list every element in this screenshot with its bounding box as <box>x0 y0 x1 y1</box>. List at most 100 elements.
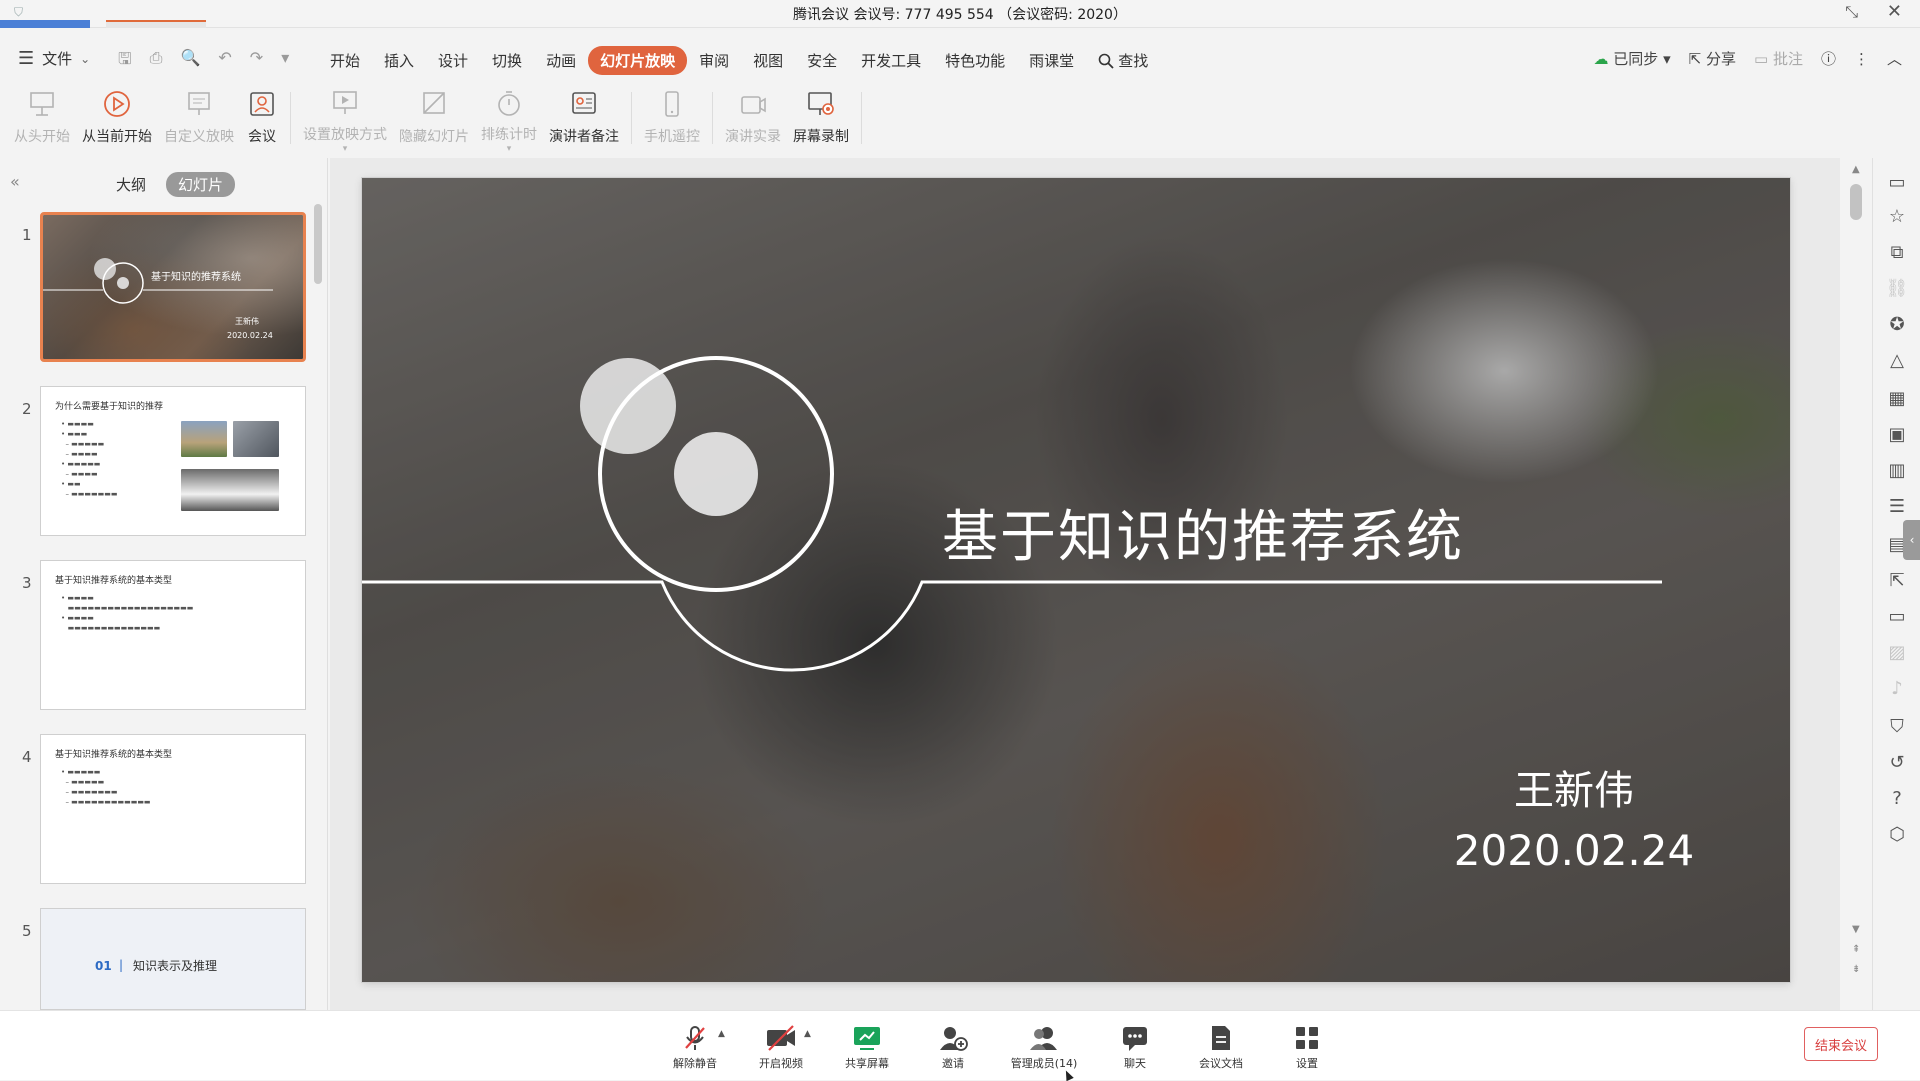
thumbnail-title: 基于知识推荐系统的基本类型 <box>55 750 173 760</box>
meeting-documents-button[interactable]: 会议文档 <box>1178 1023 1264 1071</box>
slide-copy-icon[interactable]: ⧉ <box>1885 240 1909 264</box>
share-screen-button[interactable]: 共享屏幕 <box>824 1023 910 1071</box>
slide-thumbnail-image[interactable]: 01 | 知识表示及推理 <box>40 908 306 1010</box>
tab-security[interactable]: 安全 <box>795 46 849 75</box>
speaker-notes-button[interactable]: 演讲者备注 <box>543 84 625 152</box>
scrollbar-thumb[interactable] <box>1850 184 1862 220</box>
current-slide[interactable]: 基于知识的推荐系统 王新伟 2020.02.24 <box>362 178 1790 982</box>
chevron-down-icon[interactable]: ⌄ <box>80 52 90 66</box>
tab-home[interactable]: 开始 <box>318 46 372 75</box>
pin-icon[interactable]: ☆ <box>1885 204 1909 228</box>
slide-thumbnail-image[interactable]: 基于知识推荐系统的基本类型 • ▬▬▬▬▬ – ▬▬▬▬▬ – ▬▬▬▬▬▬▬ … <box>40 734 306 884</box>
history-icon[interactable]: ↺ <box>1885 750 1909 774</box>
chart-icon[interactable]: ▥ <box>1885 458 1909 482</box>
next-slide-icon[interactable]: ⇟ <box>1852 964 1860 975</box>
print-icon[interactable]: ⎙ <box>150 48 163 75</box>
redo-icon[interactable]: ↷ <box>250 48 263 75</box>
audio-icon[interactable]: ♪ <box>1885 676 1909 700</box>
customize-dropdown-icon[interactable]: ▾ <box>281 48 289 75</box>
scroll-down-icon[interactable]: ▼ <box>1852 924 1860 935</box>
expand-sidebar-icon[interactable]: ‹ <box>1903 520 1920 560</box>
start-from-current-button[interactable]: 从当前开始 <box>76 84 158 152</box>
end-meeting-button[interactable]: 结束会议 <box>1804 1027 1878 1061</box>
sliders-icon[interactable]: ☰ <box>1885 494 1909 518</box>
screen-record-button[interactable]: 屏幕录制 <box>787 84 855 152</box>
rehearse-timing-button[interactable]: 排练计时 ▾ <box>475 84 543 154</box>
slide-date[interactable]: 2020.02.24 <box>1394 826 1754 875</box>
restore-window-icon[interactable]: ⤡ <box>1845 2 1858 22</box>
tab-special-features[interactable]: 特色功能 <box>933 46 1017 75</box>
start-video-button[interactable]: 开启视频 <box>738 1023 824 1071</box>
record-talk-button[interactable]: 演讲实录 <box>719 84 787 152</box>
ribbon-divider <box>861 92 862 144</box>
outline-view-tab[interactable]: 大纲 <box>104 172 158 197</box>
collapse-ribbon-icon[interactable]: ︿ <box>1887 48 1902 69</box>
tab-slideshow[interactable]: 幻灯片放映 <box>588 46 688 75</box>
sync-label: 已同步 <box>1613 50 1659 68</box>
tab-transitions[interactable]: 切换 <box>480 46 534 75</box>
print-preview-icon[interactable]: 🔍 <box>180 48 200 75</box>
shield-check-icon[interactable]: ⛉ <box>1885 714 1909 738</box>
house-image <box>181 421 227 457</box>
chat-button[interactable]: 聊天 <box>1092 1023 1178 1071</box>
tab-insert[interactable]: 插入 <box>372 46 426 75</box>
comment-button[interactable]: ▭ 批注 <box>1754 48 1803 69</box>
hamburger-icon[interactable]: ☰ <box>18 48 34 69</box>
scroll-up-icon[interactable]: ▲ <box>1852 164 1860 175</box>
archive-icon[interactable]: ▭ <box>1885 604 1909 628</box>
undo-icon[interactable]: ↶ <box>218 48 231 75</box>
panel-menu-icon[interactable]: ▭ <box>1885 170 1909 194</box>
slide-thumbnail-image[interactable]: 基于知识推荐系统的基本类型 • ▬▬▬▬ ▬▬▬▬▬▬▬▬▬▬▬▬▬▬▬▬▬▬▬… <box>40 560 306 710</box>
start-from-beginning-button[interactable]: 从头开始 <box>8 84 76 152</box>
search-button[interactable]: 查找 <box>1086 46 1160 75</box>
sync-status[interactable]: ☁ 已同步 ▾ <box>1594 48 1671 69</box>
table-icon[interactable]: ▦ <box>1885 386 1909 410</box>
tab-review[interactable]: 审阅 <box>687 46 741 75</box>
thumbnail-title: 基于知识的推荐系统 <box>151 272 241 283</box>
collapse-panel-icon[interactable]: « <box>10 172 20 191</box>
settings-button[interactable]: 设置 <box>1264 1023 1350 1071</box>
unmute-button[interactable]: 解除静音 <box>652 1023 738 1071</box>
file-menu[interactable]: ☰ 文件 ⌄ <box>18 48 90 69</box>
tab-rain-classroom[interactable]: 雨课堂 <box>1017 46 1086 75</box>
file-menu-label[interactable]: 文件 <box>42 48 72 69</box>
more-icon[interactable]: ⋮ <box>1854 50 1869 68</box>
badge-icon[interactable]: ✪ <box>1885 312 1909 336</box>
hide-slide-icon <box>418 88 450 120</box>
previous-slide-icon[interactable]: ⇞ <box>1852 944 1860 955</box>
tab-view[interactable]: 视图 <box>741 46 795 75</box>
slide-scrollbar[interactable]: ▲ ▼ ⇞ ⇟ <box>1842 158 1872 1010</box>
link-icon[interactable]: ⛓ <box>1885 276 1909 300</box>
meeting-button[interactable]: 会议 <box>240 84 284 152</box>
panel-scrollbar[interactable] <box>314 204 322 284</box>
slide-title[interactable]: 基于知识的推荐系统 <box>942 492 1464 573</box>
tab-animations[interactable]: 动画 <box>534 46 588 75</box>
search-icon <box>1098 53 1114 69</box>
thumbnail-author: 王新伟 <box>235 317 259 326</box>
help-icon[interactable]: ⓘ <box>1821 48 1836 69</box>
slide-thumbnail-image[interactable]: 基于知识的推荐系统 王新伟 2020.02.24 <box>40 212 306 362</box>
export-icon[interactable]: ⇱ <box>1885 568 1909 592</box>
custom-show-button[interactable]: 自定义放映 <box>158 84 240 152</box>
help-circle-icon[interactable]: ? <box>1885 786 1909 810</box>
grid-icon[interactable]: ▣ <box>1885 422 1909 446</box>
ribbon-divider <box>712 92 713 144</box>
invite-button[interactable]: 邀请 <box>910 1023 996 1071</box>
tab-design[interactable]: 设计 <box>426 46 480 75</box>
show-settings-button[interactable]: 设置放映方式 ▾ <box>297 84 393 154</box>
search-label: 查找 <box>1118 52 1149 70</box>
save-icon[interactable]: 🖫 <box>118 48 132 75</box>
cube-icon[interactable]: ⬡ <box>1885 822 1909 846</box>
manage-members-button[interactable]: 管理成员(14) <box>996 1023 1092 1071</box>
tab-developer[interactable]: 开发工具 <box>849 46 933 75</box>
slide-author[interactable]: 王新伟 <box>1394 758 1754 816</box>
shape-icon[interactable]: △ <box>1885 348 1909 372</box>
image-icon[interactable]: ▨ <box>1885 640 1909 664</box>
ribbon-label: 隐藏幻灯片 <box>399 129 469 145</box>
close-window-icon[interactable]: ✕ <box>1887 1 1902 22</box>
hide-slide-button[interactable]: 隐藏幻灯片 <box>393 84 475 152</box>
share-button[interactable]: ⇱ 分享 <box>1689 48 1736 69</box>
phone-remote-button[interactable]: 手机遥控 <box>638 84 706 152</box>
slides-view-tab[interactable]: 幻灯片 <box>166 172 236 197</box>
slide-thumbnail-image[interactable]: 为什么需要基于知识的推荐 • ▬▬▬▬ • ▬▬▬ – ▬▬▬▬▬ – ▬▬▬▬ •… <box>40 386 306 536</box>
